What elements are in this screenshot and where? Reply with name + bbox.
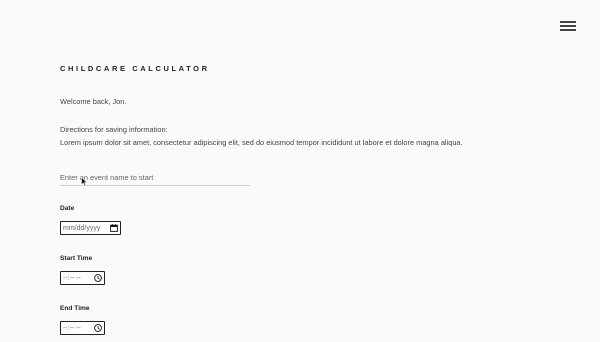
end-time-placeholder: --:-- -- [63,324,81,332]
menu-button[interactable] [560,19,578,33]
mouse-cursor-icon [81,177,88,186]
start-time-label: Start Time [60,255,93,262]
welcome-message: Welcome back, Jon. [60,97,127,106]
menu-bar-top [560,21,576,23]
end-time-input[interactable]: --:-- -- [60,321,105,335]
start-time-input[interactable]: --:-- -- [60,271,105,285]
directions-body: Lorem ipsum dolor sit amet, consectetur … [60,138,463,147]
menu-bar-middle [560,25,576,27]
end-time-label: End Time [60,305,90,312]
clock-icon[interactable] [94,324,102,332]
clock-icon[interactable] [94,274,102,282]
date-input[interactable]: mm/dd/yyyy [60,221,121,235]
menu-bar-bottom [560,29,576,31]
page-title: CHILDCARE CALCULATOR [60,64,210,73]
event-name-input[interactable] [60,169,250,186]
start-time-placeholder: --:-- -- [63,274,81,282]
date-input-placeholder: mm/dd/yyyy [63,224,101,232]
directions-title: Directions for saving information: [60,125,168,134]
calendar-icon[interactable] [110,224,118,232]
date-label: Date [60,205,75,212]
